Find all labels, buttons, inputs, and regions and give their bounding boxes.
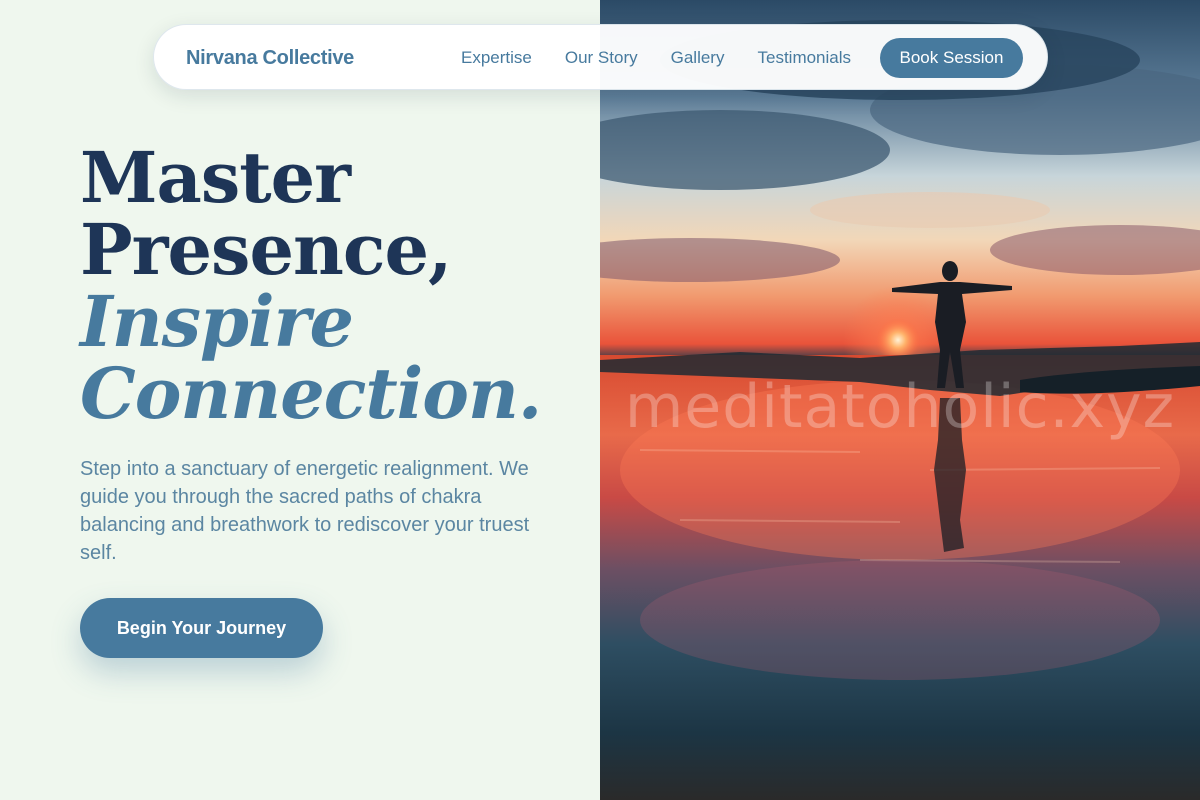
hero-image (600, 0, 1200, 800)
top-navbar: Nirvana Collective Expertise Our Story G… (153, 24, 1048, 90)
nav-link-expertise[interactable]: Expertise (461, 48, 532, 68)
book-session-button[interactable]: Book Session (880, 38, 1023, 78)
hero-title-line-3: Inspire (80, 280, 354, 363)
nav-link-gallery[interactable]: Gallery (671, 48, 725, 68)
hero-title: Master Presence, Inspire Connection. (80, 136, 542, 435)
begin-journey-button[interactable]: Begin Your Journey (80, 598, 323, 658)
hero-description: Step into a sanctuary of energetic reali… (80, 458, 530, 564)
nav-links: Expertise Our Story Gallery Testimonials (461, 25, 851, 91)
hero-title-line-4: Connection. (80, 352, 542, 435)
nav-link-our-story[interactable]: Our Story (565, 48, 638, 68)
hero-title-line-1: Master (80, 136, 351, 219)
brand-logo[interactable]: Nirvana Collective (186, 25, 354, 91)
nav-link-testimonials[interactable]: Testimonials (757, 48, 851, 68)
hero-title-line-2: Presence, (80, 208, 452, 291)
hero-left-panel: Master Presence, Inspire Connection. Ste… (0, 0, 600, 800)
